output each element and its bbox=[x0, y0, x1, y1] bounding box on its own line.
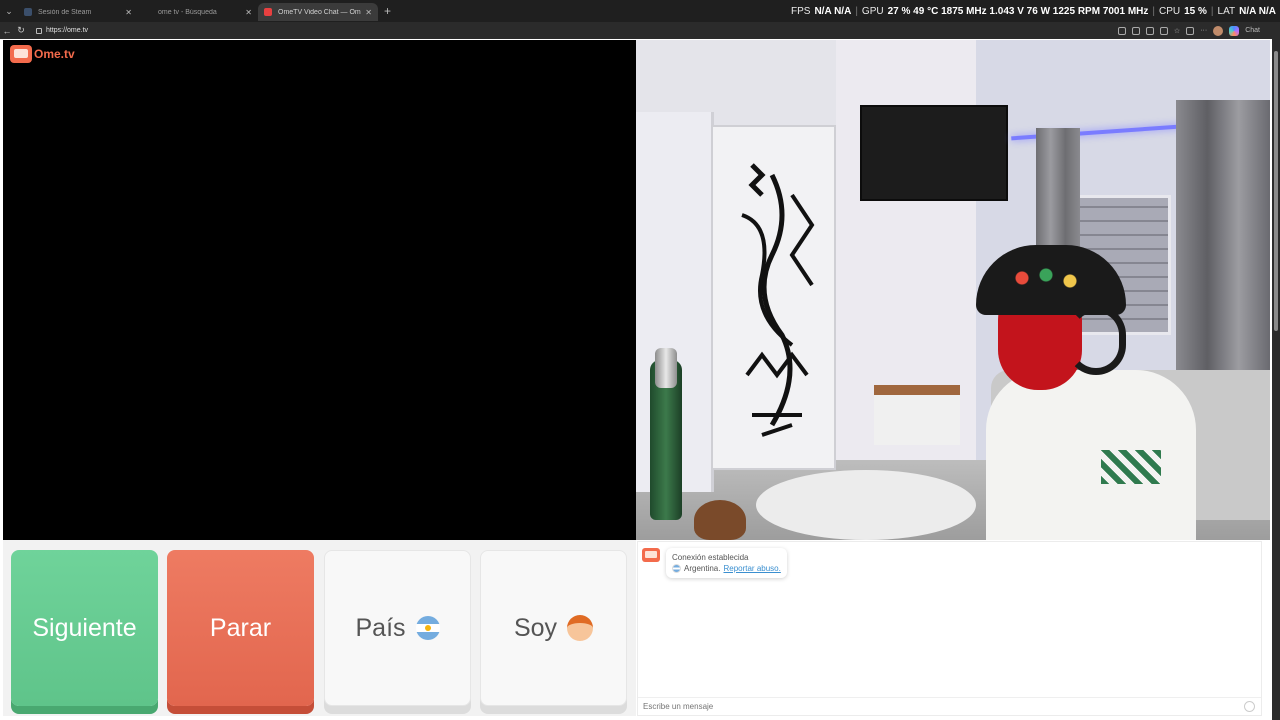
shelf bbox=[874, 385, 960, 445]
tab-title: Sesión de Steam bbox=[38, 8, 92, 16]
chat-controls: Siguiente Parar País Soy bbox=[3, 540, 636, 716]
remote-video bbox=[636, 40, 1270, 540]
camera-icon[interactable] bbox=[1117, 26, 1126, 35]
reload-icon[interactable]: ↻ bbox=[14, 25, 28, 36]
new-tab-icon[interactable]: + bbox=[384, 4, 391, 18]
gender-button[interactable]: Soy bbox=[480, 550, 627, 706]
argentina-flag-icon bbox=[672, 564, 681, 573]
argentina-flag-icon bbox=[415, 616, 440, 640]
lat-label: LAT bbox=[1217, 5, 1236, 17]
connection-status: Conexión establecida bbox=[672, 553, 749, 562]
local-video: Ome.tv bbox=[3, 40, 636, 540]
message-input-bar bbox=[638, 697, 1261, 715]
partner-country: Argentina. bbox=[684, 564, 721, 573]
message-bubble: Conexión establecida Argentina. Reportar… bbox=[666, 548, 787, 578]
stop-label: Parar bbox=[209, 613, 272, 642]
separator: | bbox=[855, 5, 858, 17]
message-input[interactable] bbox=[643, 702, 1223, 711]
cpu-label: CPU bbox=[1159, 5, 1181, 17]
ometv-logo-icon bbox=[642, 548, 660, 562]
browser-tab-strip: ⌄ Sesión de Steam ✕ ome tv - Búsqueda ✕ … bbox=[0, 0, 1280, 22]
back-arrow-icon[interactable]: ← bbox=[0, 26, 14, 36]
gpu-stats: 27 % 49 °C 1875 MHz 1.043 V 76 W 1225 RP… bbox=[887, 5, 1149, 17]
close-tab-icon[interactable]: ✕ bbox=[245, 8, 252, 17]
stop-button[interactable]: Parar bbox=[167, 550, 314, 706]
url-text[interactable]: https://ome.tv bbox=[46, 27, 88, 34]
reading-icon[interactable] bbox=[1145, 26, 1154, 35]
fps-label: FPS bbox=[791, 5, 811, 17]
country-label: País bbox=[355, 613, 406, 642]
apps-icon[interactable] bbox=[1131, 26, 1140, 35]
toolbar-actions: ☆ ··· Chat bbox=[1117, 22, 1260, 39]
close-tab-icon[interactable]: ✕ bbox=[125, 8, 132, 17]
chat-panel: Conexión establecida Argentina. Reportar… bbox=[637, 541, 1262, 716]
separator: | bbox=[1152, 5, 1155, 17]
favorite-star-icon[interactable]: ☆ bbox=[1174, 27, 1180, 35]
profile-avatar[interactable] bbox=[1213, 25, 1224, 36]
split-screen-icon[interactable] bbox=[1159, 26, 1168, 35]
person-jacket bbox=[986, 370, 1196, 540]
graffiti bbox=[741, 163, 815, 437]
scrollbar-thumb[interactable] bbox=[1274, 51, 1278, 331]
page-scrollbar[interactable] bbox=[1272, 39, 1280, 720]
thermos bbox=[650, 348, 682, 520]
more-menu-icon[interactable]: ··· bbox=[1200, 27, 1207, 34]
system-message: Conexión establecida Argentina. Reportar… bbox=[642, 548, 787, 578]
lock-icon[interactable] bbox=[36, 27, 42, 34]
tab-list-chevron-icon[interactable]: ⌄ bbox=[0, 0, 18, 22]
separator: | bbox=[1210, 5, 1214, 17]
mate-gourd bbox=[694, 500, 746, 540]
chat-button[interactable]: Chat bbox=[1245, 27, 1260, 34]
collections-icon[interactable] bbox=[1186, 26, 1195, 35]
search-favicon-icon bbox=[144, 8, 152, 16]
performance-overlay: FPS N/A N/A | GPU 27 % 49 °C 1875 MHz 1.… bbox=[791, 0, 1276, 22]
ometv-page: Ome.tv Siguiente Parar País Soy Conexión… bbox=[0, 39, 1280, 720]
url-field[interactable]: https://ome.tv bbox=[36, 27, 88, 34]
next-label: Siguiente bbox=[32, 613, 137, 642]
partner-info: Argentina. Reportar abuso. bbox=[672, 563, 781, 574]
headset bbox=[1066, 305, 1126, 375]
next-button[interactable]: Siguiente bbox=[11, 550, 158, 706]
gender-label: Soy bbox=[513, 613, 558, 642]
tab-search[interactable]: ome tv - Búsqueda ✕ bbox=[138, 3, 258, 21]
boy-emoji-icon bbox=[567, 615, 594, 641]
tab-title: OmeTV Video Chat — Omegl bbox=[278, 8, 362, 16]
logo-text: Ome.tv bbox=[34, 47, 75, 61]
close-tab-icon[interactable]: ✕ bbox=[365, 8, 372, 17]
wall-tv bbox=[860, 105, 1008, 201]
ometv-logo[interactable]: Ome.tv bbox=[10, 45, 75, 63]
country-button[interactable]: País bbox=[324, 550, 471, 706]
emoji-icon[interactable] bbox=[1244, 701, 1255, 712]
tab-title: ome tv - Búsqueda bbox=[158, 8, 217, 16]
tab-steam[interactable]: Sesión de Steam ✕ bbox=[18, 3, 138, 21]
copilot-icon[interactable] bbox=[1229, 25, 1240, 36]
tv-logo-icon bbox=[10, 45, 32, 63]
fps-values: N/A N/A bbox=[814, 5, 852, 17]
address-bar: ← ↻ https://ome.tv ☆ ··· Chat bbox=[0, 22, 1280, 39]
steam-favicon-icon bbox=[24, 8, 32, 16]
lat-values: N/A N/A bbox=[1239, 5, 1276, 17]
gpu-label: GPU bbox=[861, 5, 884, 17]
rug bbox=[756, 470, 976, 540]
cpu-value: 15 % bbox=[1184, 5, 1207, 17]
report-abuse-link[interactable]: Reportar abuso. bbox=[723, 563, 780, 574]
ometv-favicon-icon bbox=[264, 8, 272, 16]
tab-ometv[interactable]: OmeTV Video Chat — Omegl ✕ bbox=[258, 3, 378, 21]
